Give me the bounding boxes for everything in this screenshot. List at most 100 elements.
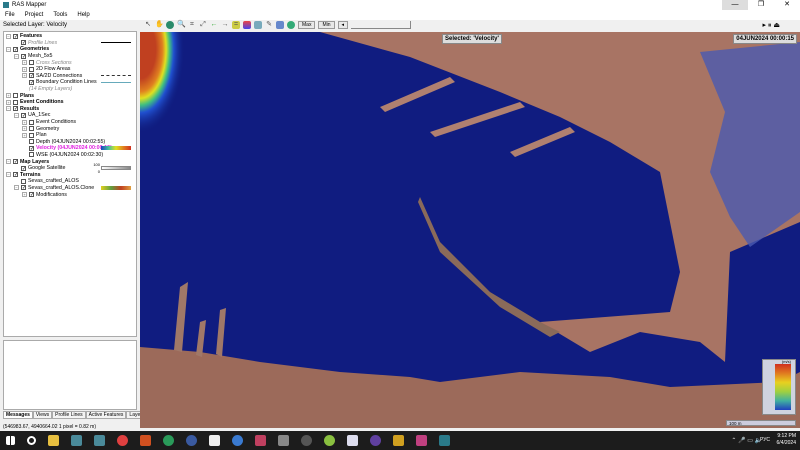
- layer-checkbox[interactable]: ✓: [29, 145, 34, 151]
- layer-checkbox[interactable]: [13, 93, 18, 99]
- layer-checkbox[interactable]: ✓: [13, 159, 18, 165]
- app-icon-12[interactable]: [370, 435, 381, 446]
- color-icon[interactable]: [243, 21, 251, 29]
- back-icon[interactable]: ←: [210, 21, 218, 29]
- app-icon-13[interactable]: [393, 435, 404, 446]
- layer-checkbox[interactable]: [29, 60, 34, 66]
- step-back-button[interactable]: ◂: [337, 21, 349, 29]
- minimize-button[interactable]: —: [722, 0, 748, 10]
- playback-controls[interactable]: ▸ ⏸ ⏏: [762, 21, 780, 30]
- menu-tools[interactable]: Tools: [53, 12, 67, 18]
- layer-checkbox[interactable]: ✓: [21, 112, 26, 118]
- layer-checkbox[interactable]: ✓: [21, 40, 26, 46]
- zoom-extent-icon[interactable]: ⌗: [188, 21, 196, 29]
- layer-checkbox[interactable]: ✓: [13, 172, 18, 178]
- expand-toggle[interactable]: −: [6, 106, 11, 112]
- menu-help[interactable]: Help: [77, 12, 89, 18]
- expand-toggle[interactable]: −: [6, 172, 11, 178]
- app-icon-11[interactable]: [347, 435, 358, 446]
- menu-project[interactable]: Project: [25, 12, 44, 18]
- layer-checkbox[interactable]: ✓: [13, 33, 18, 39]
- app-icon-6[interactable]: [186, 435, 197, 446]
- tab-profile-lines[interactable]: Profile Lines: [52, 411, 86, 419]
- app-icon-14[interactable]: [416, 435, 427, 446]
- tree-item[interactable]: + ✓ Modifications: [6, 191, 134, 198]
- grid-icon[interactable]: [254, 21, 262, 29]
- tree-item[interactable]: + Plans: [6, 92, 134, 99]
- layer-checkbox[interactable]: ✓: [21, 185, 26, 191]
- layer-checkbox[interactable]: ✓: [13, 46, 18, 52]
- map-canvas[interactable]: Selected: 'Velocity' 04JUN2024 00:00:15 …: [140, 32, 800, 428]
- restore-button[interactable]: ❐: [748, 0, 774, 10]
- app-icon-7[interactable]: [232, 435, 243, 446]
- tree-item[interactable]: − ✓ Features: [6, 33, 134, 40]
- clock[interactable]: 9:12 PM 6/4/2024: [777, 433, 796, 447]
- min-button[interactable]: Min: [318, 21, 335, 29]
- expand-toggle[interactable]: −: [14, 53, 19, 59]
- tree-item[interactable]: − ✓ Terrains: [6, 171, 134, 178]
- app-icon-3[interactable]: [117, 435, 128, 446]
- measure-icon[interactable]: ✎: [265, 21, 273, 29]
- layer-checkbox[interactable]: ✓: [21, 165, 26, 171]
- tree-item[interactable]: − ✓ Sevas_crafted_ALOS.Clone: [6, 185, 134, 192]
- expand-toggle[interactable]: −: [6, 159, 11, 165]
- expand-toggle[interactable]: +: [6, 99, 11, 105]
- expand-toggle[interactable]: −: [6, 33, 11, 39]
- layer-checkbox[interactable]: [29, 66, 34, 72]
- tree-item[interactable]: ✓ Boundary Condition Lines: [6, 79, 134, 86]
- globe-icon[interactable]: [166, 21, 174, 29]
- layer-checkbox[interactable]: [21, 178, 26, 184]
- layer-checkbox[interactable]: [29, 126, 34, 132]
- tree-item[interactable]: + Event Conditions: [6, 119, 134, 126]
- layer-checkbox[interactable]: ✓: [29, 73, 34, 79]
- time-slider[interactable]: [351, 21, 412, 29]
- layer-checkbox[interactable]: [13, 99, 18, 105]
- expand-toggle[interactable]: +: [22, 126, 27, 132]
- tree-item[interactable]: − ✓ Geometries: [6, 46, 134, 53]
- tree-item[interactable]: + ✓ SA/2D Connections: [6, 73, 134, 80]
- menu-file[interactable]: File: [5, 12, 15, 18]
- layer-checkbox[interactable]: [29, 132, 34, 138]
- tree-item[interactable]: WSE (04JUN2024 00:02:30): [6, 152, 134, 159]
- forward-icon[interactable]: →: [221, 21, 229, 29]
- pan-icon[interactable]: ✋: [155, 21, 164, 29]
- profile-icon[interactable]: [276, 21, 284, 29]
- pointer-icon[interactable]: ↖: [144, 21, 152, 29]
- app-icon-5[interactable]: [163, 435, 174, 446]
- layer-checkbox[interactable]: [29, 139, 34, 145]
- tree-item[interactable]: ✓ Velocity (04JUN2024 00:00:15): [6, 145, 134, 152]
- app-icon-9[interactable]: [278, 435, 289, 446]
- expand-toggle[interactable]: +: [22, 60, 27, 66]
- layers-icon[interactable]: =: [232, 21, 240, 29]
- ras-mapper-icon[interactable]: [439, 435, 450, 446]
- expand-toggle[interactable]: −: [14, 185, 19, 191]
- layer-checkbox[interactable]: [29, 152, 34, 158]
- tab-active-features[interactable]: Active Features: [85, 411, 127, 419]
- tree-item[interactable]: ✓ Google Satellite 100 0: [6, 162, 134, 174]
- tree-item[interactable]: (14 Empty Layers): [6, 86, 134, 93]
- app-icon-2[interactable]: [94, 435, 105, 446]
- close-button[interactable]: ✕: [774, 0, 800, 10]
- tree-item[interactable]: Depth (04JUN2024 00:02:55): [6, 139, 134, 146]
- tree-item[interactable]: ✓ Profile Lines: [6, 40, 134, 47]
- tree-item[interactable]: + Cross Sections: [6, 59, 134, 66]
- max-button[interactable]: Max: [298, 21, 316, 29]
- layer-checkbox[interactable]: ✓: [21, 53, 26, 59]
- tree-item[interactable]: +2D Flow Areas: [6, 66, 134, 73]
- tree-item[interactable]: + Event Conditions: [6, 99, 134, 106]
- tree-item[interactable]: + Geometry: [6, 125, 134, 132]
- tree-item[interactable]: − ✓ Results: [6, 106, 134, 113]
- expand-toggle[interactable]: +: [22, 132, 27, 138]
- app-icon-4[interactable]: [140, 435, 151, 446]
- expand-toggle[interactable]: +: [22, 66, 27, 72]
- file-icon[interactable]: [209, 435, 220, 446]
- explorer-icon[interactable]: [48, 435, 59, 446]
- web-icon[interactable]: [287, 21, 295, 29]
- layer-checkbox[interactable]: ✓: [29, 192, 34, 198]
- expand-toggle[interactable]: −: [6, 46, 11, 52]
- expand-toggle[interactable]: +: [6, 93, 11, 99]
- tree-item[interactable]: − ✓ UA_1Sec: [6, 112, 134, 119]
- expand-toggle[interactable]: +: [22, 73, 27, 79]
- layer-checkbox[interactable]: [29, 119, 34, 125]
- language-indicator[interactable]: РУС: [760, 437, 770, 443]
